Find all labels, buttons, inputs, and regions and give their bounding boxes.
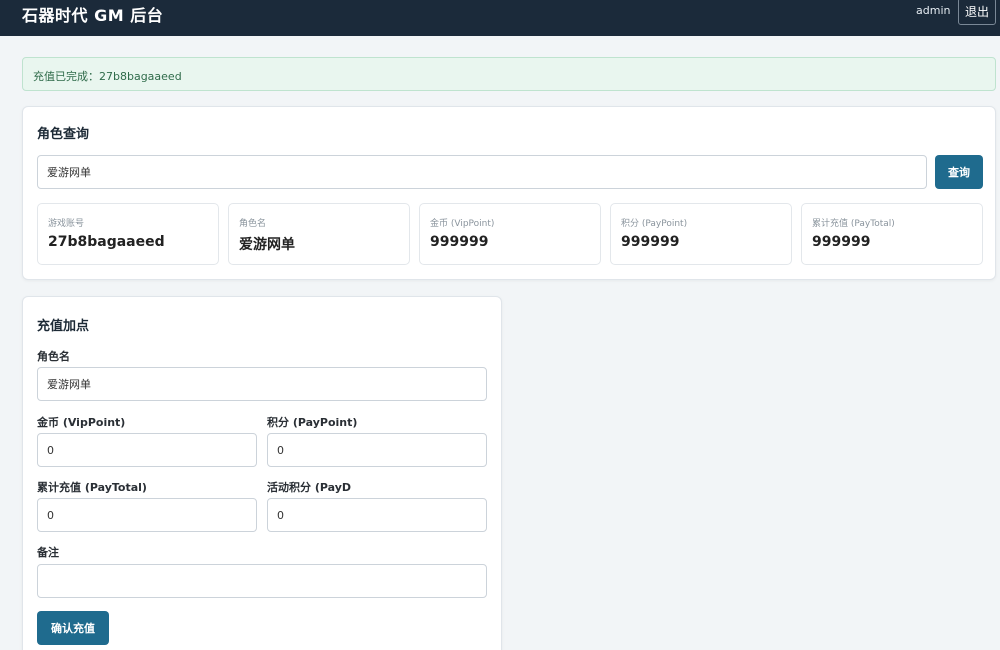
- stat-value: 999999: [812, 234, 871, 250]
- app-title: 石器时代 GM 后台: [22, 6, 164, 25]
- stat-card-paypoint: 积分 (PayPoint) 999999: [610, 203, 792, 265]
- stat-value: 999999: [621, 234, 680, 250]
- activity-point-label: 活动积分 (PayD: [267, 481, 352, 494]
- vippoint-value: 0: [47, 443, 54, 457]
- vippoint-label: 金币 (VipPoint): [37, 416, 126, 429]
- stat-value: 999999: [430, 234, 489, 250]
- recharge-title: 充值加点: [37, 319, 90, 334]
- paypoint-input[interactable]: 0: [267, 433, 487, 467]
- alert-message: 充值已完成：27b8bagaaeed: [33, 70, 182, 83]
- stat-value: 爱游网单: [239, 237, 295, 253]
- stat-card-vippoint: 金币 (VipPoint) 999999: [419, 203, 601, 265]
- paytotal-label: 累计充值 (PayTotal): [37, 481, 147, 494]
- stat-value: 27b8bagaaeed: [48, 234, 165, 250]
- paypoint-label: 积分 (PayPoint): [267, 416, 358, 429]
- paytotal-input[interactable]: 0: [37, 498, 257, 532]
- logout-button[interactable]: 退出: [958, 0, 996, 25]
- stat-label: 累计充值 (PayTotal): [812, 219, 895, 229]
- activity-point-input[interactable]: 0: [267, 498, 487, 532]
- success-alert: 充值已完成：27b8bagaaeed: [22, 57, 996, 91]
- stat-card-account: 游戏账号 27b8bagaaeed: [37, 203, 219, 265]
- role-search-input[interactable]: 爱游网单: [37, 155, 927, 189]
- current-user: admin: [916, 4, 951, 17]
- stat-label: 金币 (VipPoint): [430, 219, 495, 229]
- role-name-label: 角色名: [37, 350, 70, 363]
- search-button[interactable]: 查询: [935, 155, 983, 189]
- note-input[interactable]: [37, 564, 487, 598]
- note-label: 备注: [37, 546, 59, 559]
- recharge-card: 充值加点 角色名 爱游网单 金币 (VipPoint) 0 积分 (PayPoi…: [22, 296, 502, 650]
- confirm-recharge-button[interactable]: 确认充值: [37, 611, 109, 645]
- paypoint-value: 0: [277, 443, 284, 457]
- role-name-value: 爱游网单: [47, 378, 91, 391]
- stat-card-paytotal: 累计充值 (PayTotal) 999999: [801, 203, 983, 265]
- stat-label: 积分 (PayPoint): [621, 219, 688, 229]
- role-name-input[interactable]: 爱游网单: [37, 367, 487, 401]
- role-search-value: 爱游网单: [47, 166, 91, 179]
- vippoint-input[interactable]: 0: [37, 433, 257, 467]
- stat-card-role: 角色名 爱游网单: [228, 203, 410, 265]
- role-query-title: 角色查询: [37, 127, 90, 142]
- activity-point-value: 0: [277, 508, 284, 522]
- role-query-card: 角色查询 爱游网单 查询 游戏账号 27b8bagaaeed 角色名 爱游网单 …: [22, 106, 996, 280]
- stat-label: 游戏账号: [48, 219, 85, 229]
- paytotal-value: 0: [47, 508, 54, 522]
- top-navbar: 石器时代 GM 后台 admin 退出: [0, 0, 1000, 36]
- stat-label: 角色名: [239, 219, 267, 229]
